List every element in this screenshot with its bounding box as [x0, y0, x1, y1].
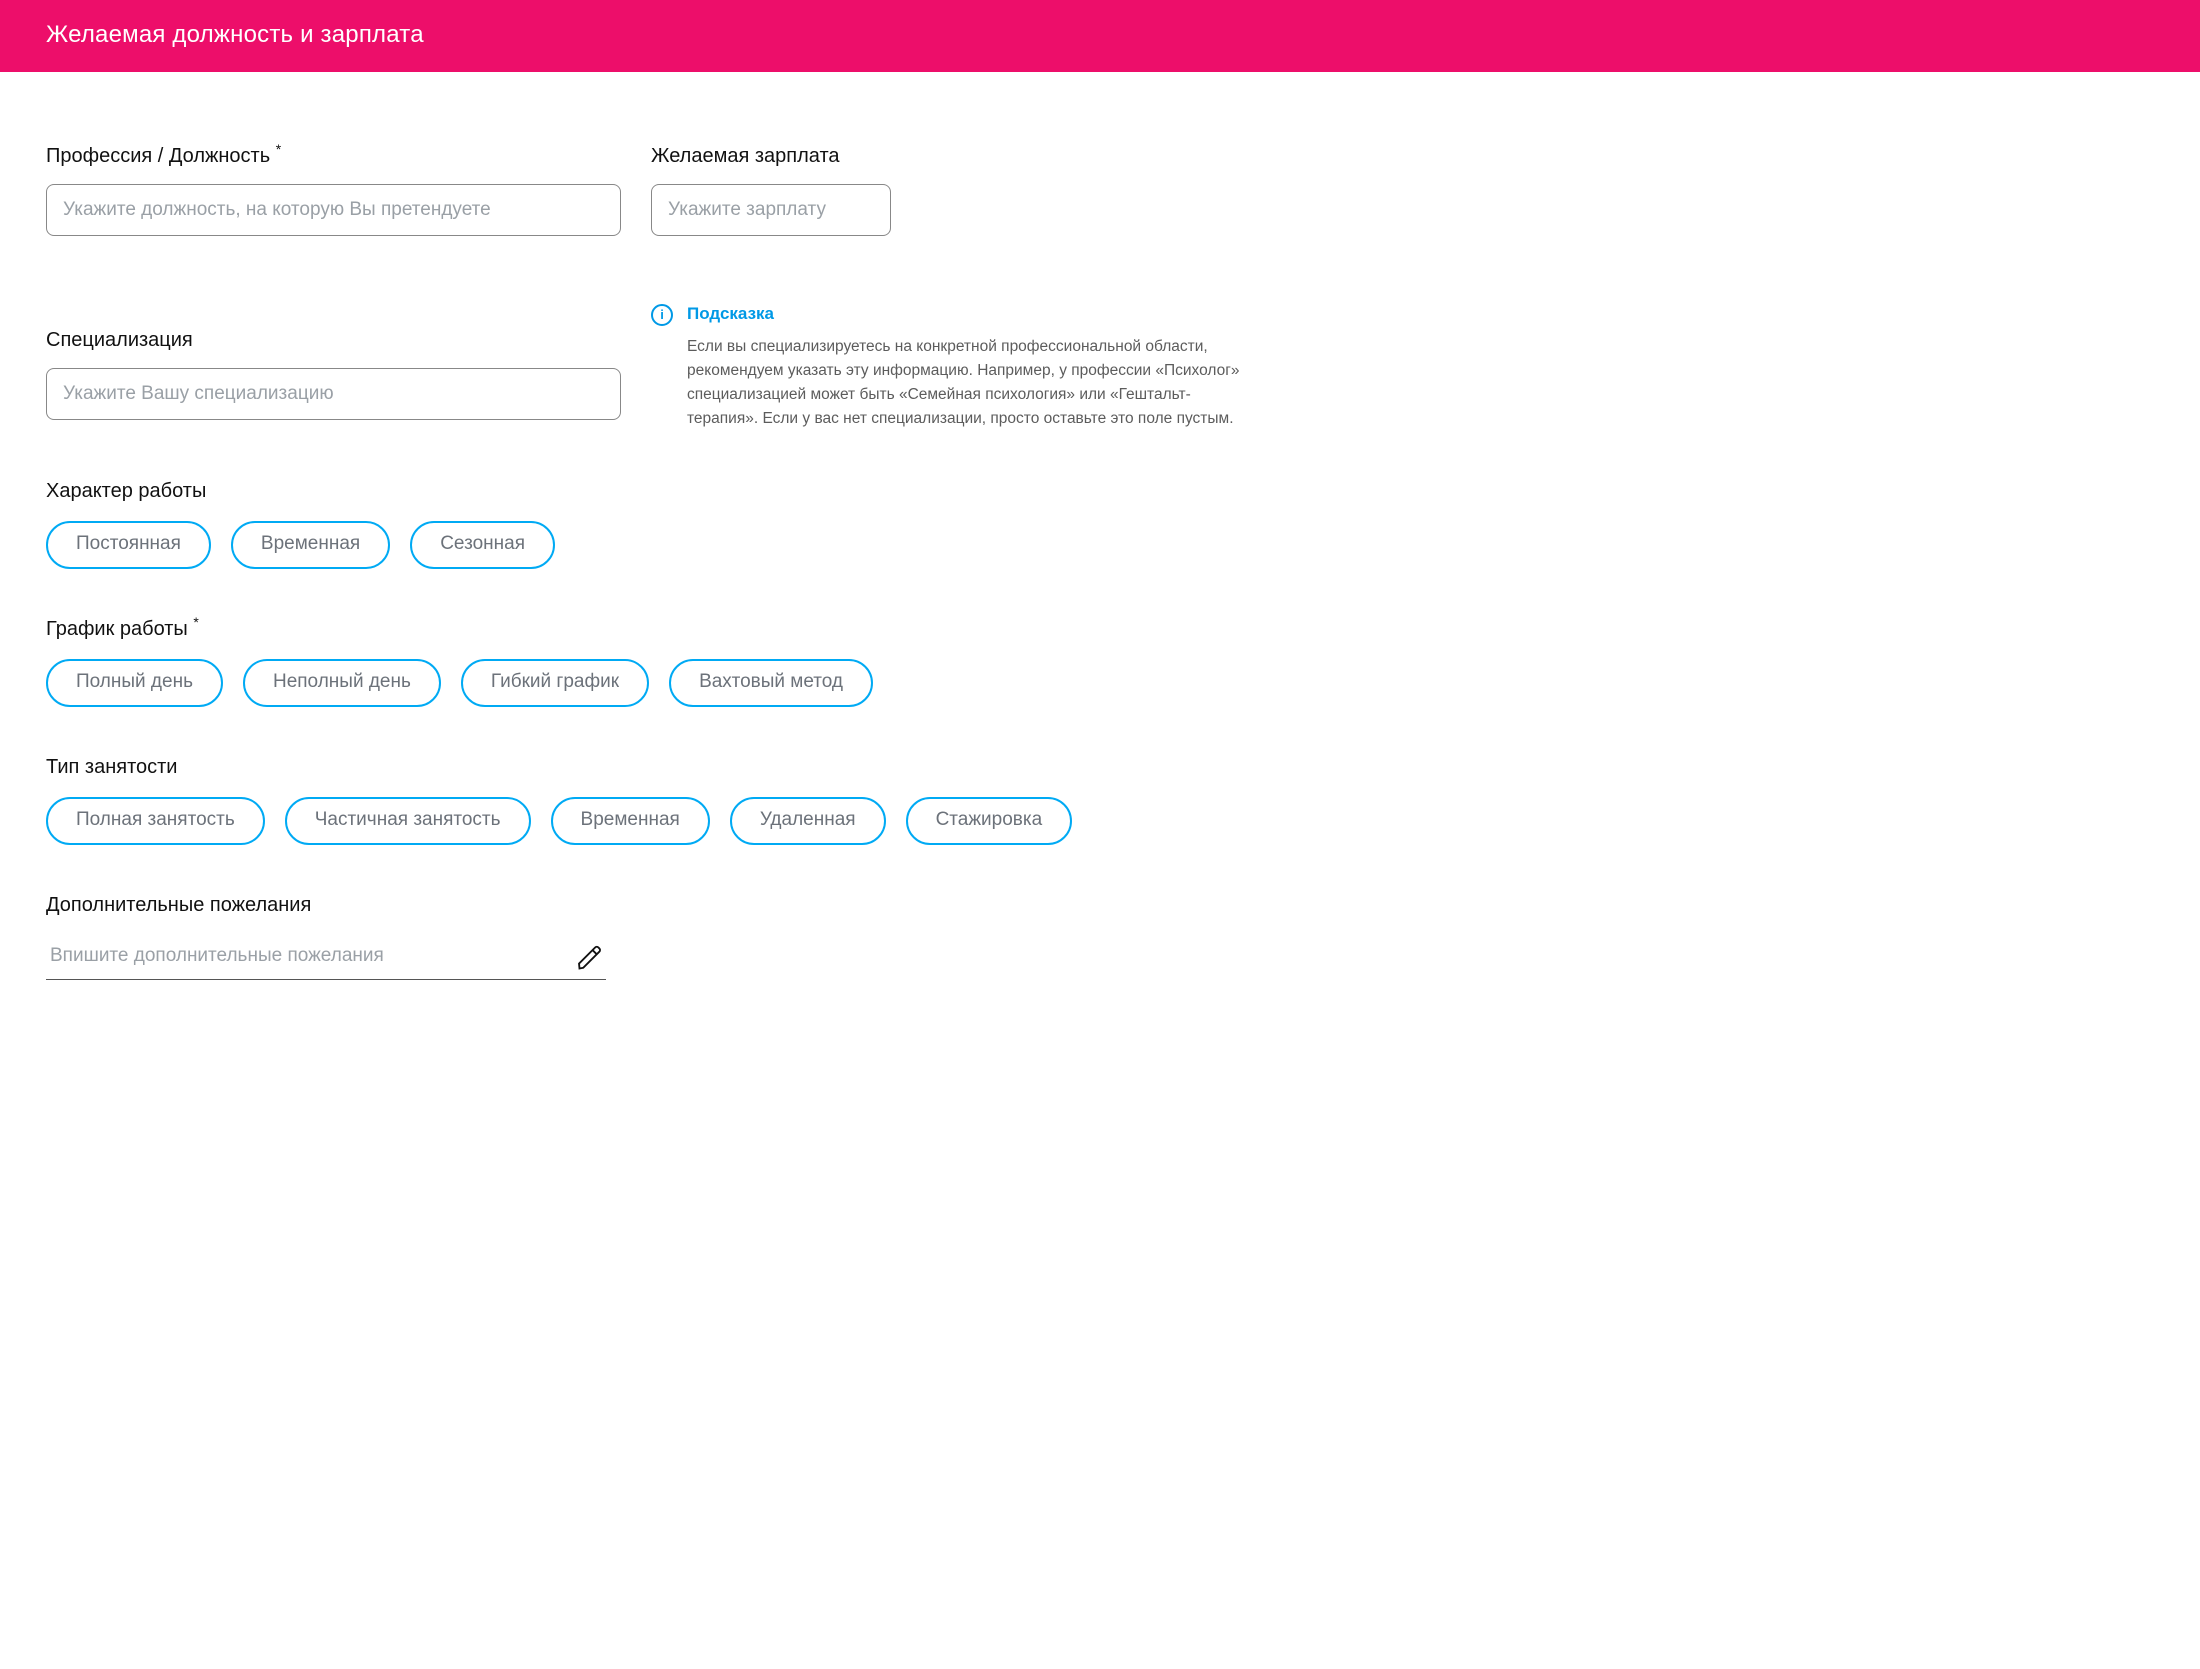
- schedule-label-text: График работы: [46, 618, 188, 640]
- page-header: Желаемая должность и зарплата: [0, 0, 2200, 72]
- pill-schedule-rotation[interactable]: Вахтовый метод: [669, 659, 873, 707]
- wishes-field-wrap: [46, 935, 606, 980]
- salary-label: Желаемая зарплата: [651, 142, 2154, 170]
- employment-label: Тип занятости: [46, 753, 2154, 781]
- employment-options: Полная занятость Частичная занятость Вре…: [46, 797, 2154, 845]
- work-nature-group: Характер работы Постоянная Временная Сез…: [46, 477, 2154, 569]
- hint-text: Если вы специализируетесь на конкретной …: [687, 335, 1247, 431]
- pill-employment-partial[interactable]: Частичная занятость: [285, 797, 531, 845]
- profession-label: Профессия / Должность *: [46, 142, 621, 170]
- pill-employment-temp[interactable]: Временная: [551, 797, 710, 845]
- row-specialization: Специализация i Подсказка Если вы специа…: [46, 296, 2154, 432]
- hint-content: Подсказка Если вы специализируетесь на к…: [687, 302, 1247, 432]
- employment-group: Тип занятости Полная занятость Частичная…: [46, 753, 2154, 845]
- schedule-group: График работы * Полный день Неполный ден…: [46, 615, 2154, 707]
- wishes-input[interactable]: [46, 935, 606, 980]
- form-body: Профессия / Должность * Желаемая зарплат…: [0, 72, 2200, 1020]
- pill-schedule-flexible[interactable]: Гибкий график: [461, 659, 649, 707]
- salary-input[interactable]: [651, 184, 891, 236]
- wishes-group: Дополнительные пожелания: [46, 891, 2154, 980]
- pill-employment-intern[interactable]: Стажировка: [906, 797, 1073, 845]
- pencil-icon[interactable]: [576, 944, 604, 972]
- row-profession-salary: Профессия / Должность * Желаемая зарплат…: [46, 142, 2154, 236]
- pill-employment-remote[interactable]: Удаленная: [730, 797, 886, 845]
- required-marker: *: [193, 614, 198, 630]
- pill-work-nature-seasonal[interactable]: Сезонная: [410, 521, 555, 569]
- pill-schedule-part-day[interactable]: Неполный день: [243, 659, 441, 707]
- profession-block: Профессия / Должность *: [46, 142, 621, 236]
- pill-work-nature-temporary[interactable]: Временная: [231, 521, 390, 569]
- profession-label-text: Профессия / Должность: [46, 145, 270, 167]
- schedule-label: График работы *: [46, 615, 2154, 643]
- pill-schedule-full-day[interactable]: Полный день: [46, 659, 223, 707]
- required-marker: *: [276, 141, 281, 157]
- salary-block: Желаемая зарплата: [651, 142, 2154, 236]
- page-title: Желаемая должность и зарплата: [46, 21, 424, 48]
- work-nature-options: Постоянная Временная Сезонная: [46, 521, 2154, 569]
- specialization-input[interactable]: [46, 368, 621, 420]
- hint-block: i Подсказка Если вы специализируетесь на…: [651, 296, 2154, 432]
- specialization-label: Специализация: [46, 326, 621, 354]
- pill-work-nature-permanent[interactable]: Постоянная: [46, 521, 211, 569]
- pill-employment-full[interactable]: Полная занятость: [46, 797, 265, 845]
- wishes-label: Дополнительные пожелания: [46, 891, 2154, 919]
- hint-title: Подсказка: [687, 302, 1247, 326]
- schedule-options: Полный день Неполный день Гибкий график …: [46, 659, 2154, 707]
- info-icon: i: [651, 304, 673, 326]
- specialization-block: Специализация: [46, 296, 621, 420]
- work-nature-label: Характер работы: [46, 477, 2154, 505]
- profession-input[interactable]: [46, 184, 621, 236]
